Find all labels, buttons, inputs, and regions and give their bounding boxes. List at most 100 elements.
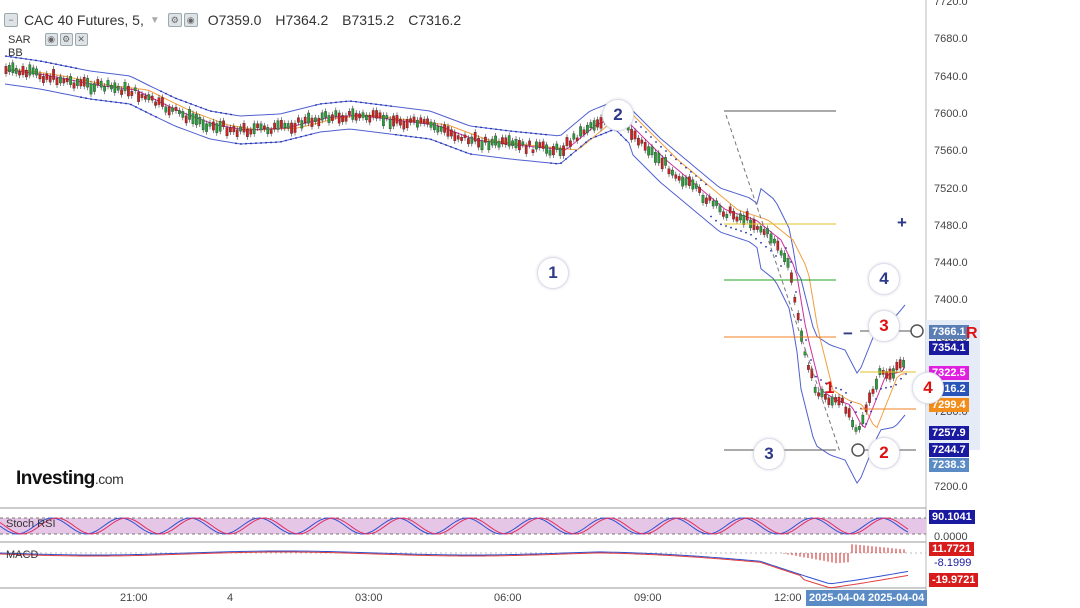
sar-dot bbox=[255, 142, 257, 145]
symbol-title[interactable]: CAC 40 Futures, 5, bbox=[24, 12, 144, 28]
wave-red-1[interactable]: 1 bbox=[825, 378, 834, 398]
sar-dot bbox=[620, 134, 622, 136]
sar-dot bbox=[55, 63, 57, 66]
wave-red-3[interactable]: 3 bbox=[868, 310, 900, 342]
sar-dot bbox=[490, 127, 492, 130]
sar-dot bbox=[355, 100, 357, 103]
price-tag: 7238.3 bbox=[929, 458, 969, 472]
wave-label-1[interactable]: 1 bbox=[537, 257, 569, 289]
plus-marker[interactable]: + bbox=[897, 213, 907, 233]
candle-body bbox=[569, 140, 572, 147]
candle-body bbox=[76, 79, 79, 86]
sar-dot bbox=[420, 136, 422, 139]
candle-body bbox=[422, 119, 426, 124]
candle-body bbox=[480, 140, 484, 151]
candle-body bbox=[677, 176, 681, 181]
sar-dot bbox=[135, 106, 137, 108]
candle-body bbox=[297, 117, 300, 123]
candle-body bbox=[752, 219, 756, 230]
eye-icon[interactable]: ◉ bbox=[44, 33, 58, 46]
candle-body bbox=[127, 85, 130, 97]
sar-dot bbox=[905, 373, 907, 375]
sar-dot bbox=[260, 142, 262, 144]
wave-label-2[interactable]: 2 bbox=[602, 99, 634, 131]
stoch-value-tag: 90.1041 bbox=[929, 510, 975, 524]
candle-body bbox=[314, 117, 317, 123]
sar-dot bbox=[220, 111, 222, 114]
candle-body bbox=[739, 213, 742, 221]
sar-dot bbox=[450, 145, 452, 148]
sar-dot bbox=[645, 131, 647, 133]
time-label-0300: 03:00 bbox=[355, 592, 383, 604]
settings-icon[interactable]: ⚙ bbox=[167, 13, 182, 27]
macd-indicator-label[interactable]: MACD bbox=[6, 549, 38, 561]
sar-dot bbox=[720, 223, 722, 226]
sar-dot bbox=[470, 153, 472, 156]
candle-body bbox=[188, 109, 191, 120]
close-icon[interactable]: ✕ bbox=[74, 33, 88, 46]
candle-body bbox=[416, 119, 419, 128]
stoch-indicator-label[interactable]: Stoch RSI bbox=[6, 518, 56, 530]
candle-body bbox=[31, 67, 35, 75]
sar-dot bbox=[870, 410, 872, 413]
candle-body bbox=[796, 312, 800, 321]
candle-body bbox=[902, 359, 905, 368]
wave-label-3[interactable]: 3 bbox=[753, 438, 785, 470]
sar-dot bbox=[240, 143, 242, 145]
candle-body bbox=[660, 157, 664, 170]
collapse-icon[interactable]: − bbox=[4, 13, 18, 27]
chevron-down-icon[interactable]: ▼ bbox=[150, 15, 160, 26]
price-axis-label: 7480.0 bbox=[934, 219, 968, 232]
minus-marker[interactable]: − bbox=[843, 324, 853, 344]
sar-label: SAR bbox=[8, 33, 31, 46]
candle-body bbox=[205, 123, 208, 132]
sar-indicator-label[interactable]: SAR ◉ ⚙ ✕ bbox=[8, 33, 90, 46]
candle-body bbox=[157, 97, 161, 105]
candle-body bbox=[222, 120, 225, 127]
candle-body bbox=[589, 122, 593, 129]
sar-dot bbox=[545, 133, 547, 136]
candle-body bbox=[11, 62, 15, 73]
candle-body bbox=[460, 136, 463, 141]
candle-body bbox=[375, 110, 378, 119]
candle-body bbox=[395, 115, 399, 124]
price-tag: 7257.9 bbox=[929, 426, 969, 440]
candle-body bbox=[412, 116, 416, 123]
sar-dot bbox=[785, 247, 787, 249]
wave-red-4[interactable]: 4 bbox=[912, 372, 944, 404]
candle-body bbox=[898, 359, 902, 369]
sar-dot bbox=[315, 104, 317, 106]
sar-dot bbox=[745, 231, 747, 234]
candle-body bbox=[324, 111, 327, 118]
high-value: H7364.2 bbox=[275, 12, 329, 28]
candle-body bbox=[592, 120, 596, 131]
crosshair-date-1: 2025-04-04 bbox=[806, 590, 869, 606]
sar-dot bbox=[65, 65, 67, 68]
candle-body bbox=[572, 133, 576, 140]
sar-dot bbox=[485, 127, 487, 129]
sar-dot bbox=[765, 245, 767, 248]
candle-body bbox=[208, 122, 212, 127]
chart-canvas[interactable] bbox=[0, 0, 1080, 608]
candle-body bbox=[242, 123, 246, 133]
sar-dot bbox=[700, 179, 702, 182]
candle-body bbox=[854, 427, 858, 432]
candle-body bbox=[317, 117, 321, 127]
wave-red-R[interactable]: R bbox=[966, 325, 978, 343]
candle-body bbox=[548, 149, 552, 156]
sar-dot bbox=[375, 103, 377, 106]
candle-body bbox=[643, 142, 647, 151]
eye-icon[interactable]: ◉ bbox=[183, 13, 198, 27]
sar-dot bbox=[290, 138, 292, 141]
candle-body bbox=[368, 115, 372, 123]
sar-dot bbox=[25, 58, 27, 60]
wave-label-4[interactable]: 4 bbox=[868, 263, 900, 295]
candle-body bbox=[786, 258, 790, 268]
bb-indicator-label[interactable]: BB bbox=[8, 47, 23, 59]
wave-red-2[interactable]: 2 bbox=[868, 437, 900, 469]
settings-icon[interactable]: ⚙ bbox=[59, 33, 73, 46]
macd-value-2: -8.1999 bbox=[934, 557, 972, 569]
price-axis-label: 7400.0 bbox=[934, 294, 968, 307]
candle-body bbox=[654, 152, 657, 163]
sar-dot bbox=[650, 136, 652, 138]
